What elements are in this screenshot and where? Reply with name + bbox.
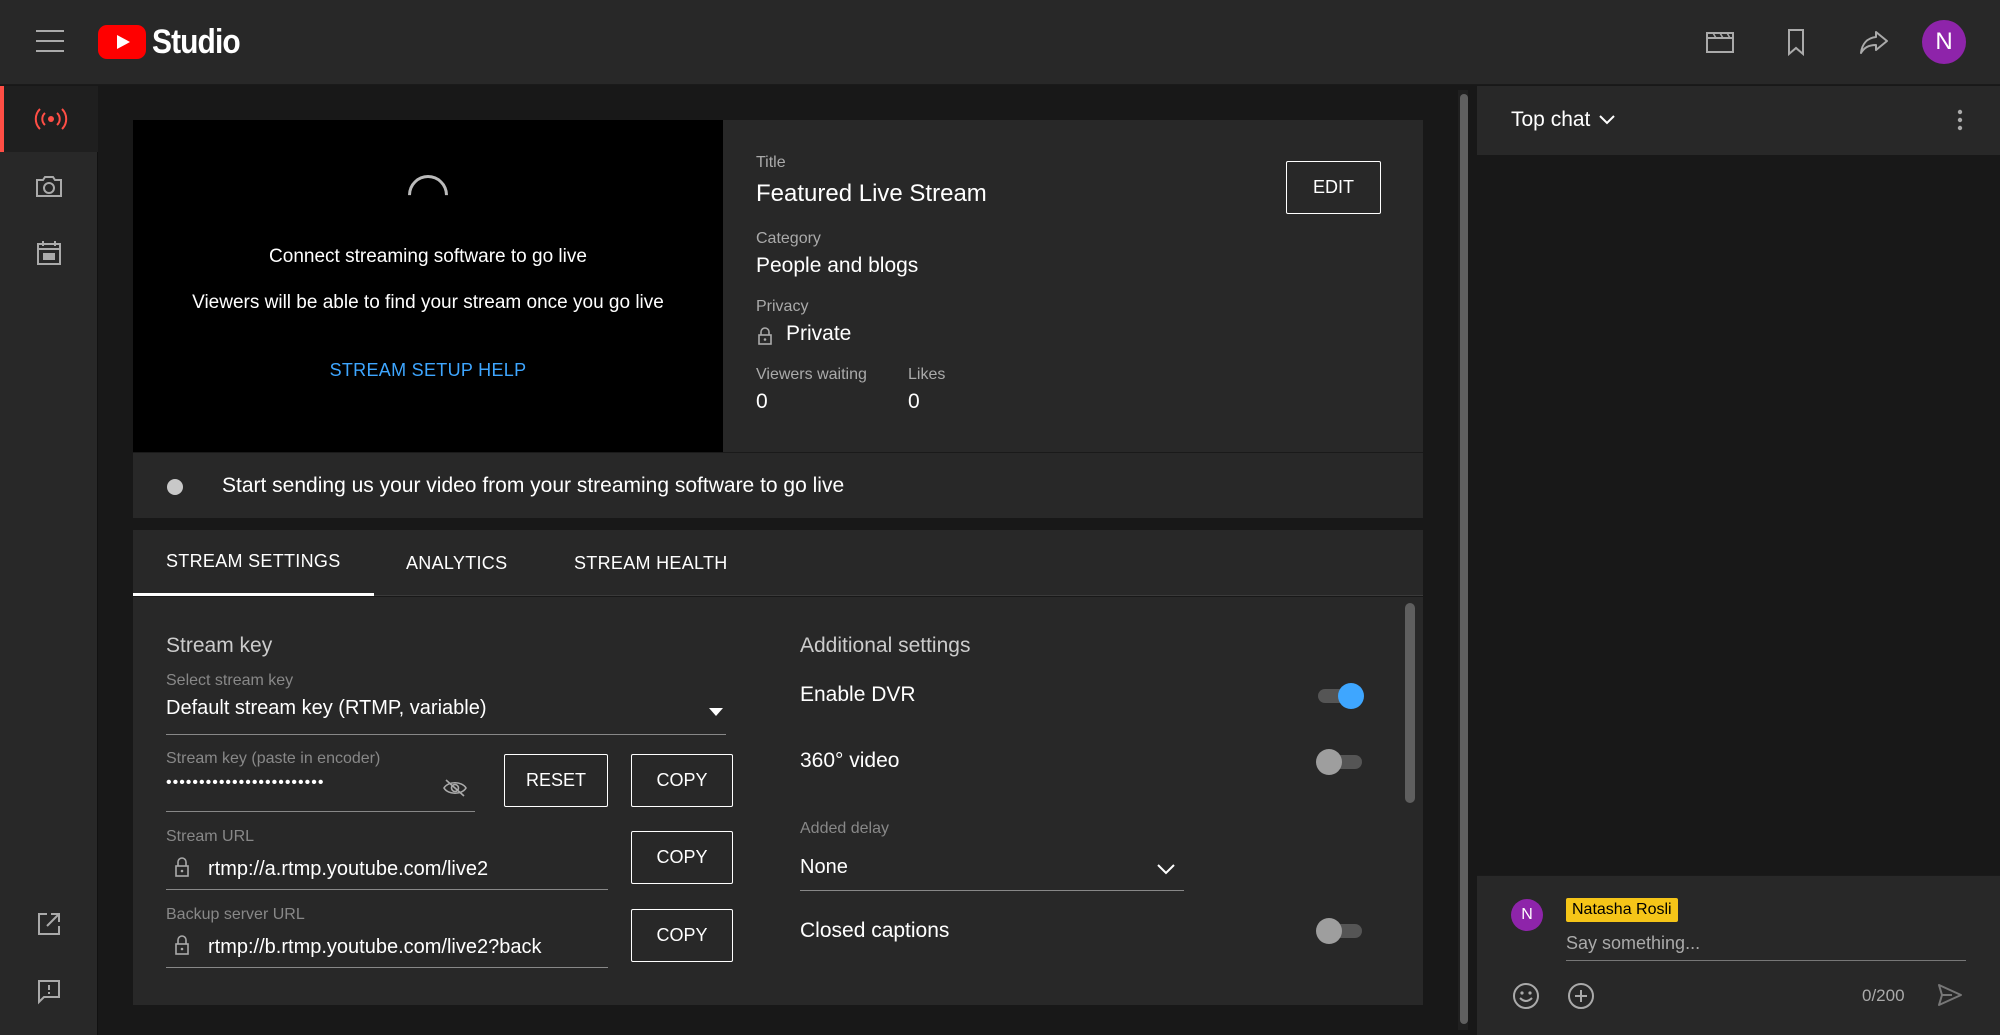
viewers-waiting-label: Viewers waiting xyxy=(756,366,867,383)
more-vert-icon[interactable] xyxy=(1957,108,1963,132)
category-label: Category xyxy=(756,230,821,247)
chat-title: Top chat xyxy=(1511,108,1591,131)
url-underline xyxy=(166,889,608,890)
delay-underline xyxy=(800,890,1184,891)
backup-underline xyxy=(166,967,608,968)
chat-input-area: N Natasha Rosli Say something... 0/200 xyxy=(1477,875,2000,1035)
privacy-value: Private xyxy=(786,322,852,345)
stream-key-select[interactable]: Default stream key (RTMP, variable) xyxy=(166,697,486,720)
enable-dvr-label: Enable DVR xyxy=(800,683,916,706)
bookmark-icon[interactable] xyxy=(1780,26,1812,58)
top-chat-dropdown[interactable]: Top chat xyxy=(1511,108,1616,132)
likes-label: Likes xyxy=(908,366,946,383)
external-link-icon xyxy=(38,913,60,935)
stream-status-bar: Start sending us your video from your st… xyxy=(133,452,1423,518)
lock-icon xyxy=(175,935,189,955)
tab-stream-health[interactable]: STREAM HEALTH xyxy=(574,530,728,596)
enable-dvr-toggle[interactable] xyxy=(1316,683,1364,709)
viewers-waiting-value: 0 xyxy=(756,390,768,413)
additional-settings-heading: Additional settings xyxy=(800,634,971,657)
category-value: People and blogs xyxy=(756,254,919,277)
video-360-toggle[interactable] xyxy=(1316,749,1364,775)
likes-value: 0 xyxy=(908,390,920,413)
chat-user-avatar: N xyxy=(1511,899,1543,931)
video-360-label: 360° video xyxy=(800,749,900,772)
copy-key-button[interactable]: COPY xyxy=(631,754,733,807)
key-underline xyxy=(166,811,475,812)
top-bar: Studio N xyxy=(0,0,2000,85)
copy-url-button[interactable]: COPY xyxy=(631,831,733,884)
status-message: Start sending us your video from your st… xyxy=(222,474,845,497)
clapperboard-icon[interactable] xyxy=(1704,26,1736,58)
select-stream-key-label: Select stream key xyxy=(166,672,294,689)
logo-text: Studio xyxy=(152,22,241,61)
main-scrollbar[interactable] xyxy=(1458,90,1468,1030)
menu-icon[interactable] xyxy=(36,30,64,52)
share-icon[interactable] xyxy=(1858,26,1890,58)
lock-icon xyxy=(758,327,772,345)
rail-item-webcam[interactable] xyxy=(0,153,98,219)
left-nav-rail xyxy=(0,86,98,1035)
settings-tabs: STREAM SETTINGS ANALYTICS STREAM HEALTH xyxy=(133,530,1423,596)
reset-button[interactable]: RESET xyxy=(504,754,608,807)
add-circle-icon[interactable] xyxy=(1566,981,1596,1011)
rail-item-open-studio[interactable] xyxy=(0,891,98,957)
youtube-logo-icon xyxy=(98,25,146,59)
backup-url-label: Backup server URL xyxy=(166,906,305,923)
chevron-down-icon[interactable] xyxy=(1156,863,1176,875)
camera-icon xyxy=(36,176,62,197)
lock-icon xyxy=(175,857,189,877)
calendar-icon xyxy=(37,241,61,265)
added-delay-select[interactable]: None xyxy=(800,856,848,879)
emoji-icon[interactable] xyxy=(1511,981,1541,1011)
stream-setup-help-link[interactable]: STREAM SETUP HELP xyxy=(133,360,723,381)
rail-item-manage[interactable] xyxy=(0,220,98,286)
stream-title: Featured Live Stream xyxy=(756,180,987,207)
tab-stream-settings[interactable]: STREAM SETTINGS xyxy=(133,530,374,596)
preview-message: Connect streaming software to go live xyxy=(269,246,587,267)
preview-submessage: Viewers will be able to find your stream… xyxy=(192,292,664,313)
privacy-label: Privacy xyxy=(756,298,809,315)
stream-key-label: Stream key (paste in encoder) xyxy=(166,750,381,767)
loading-spinner-icon xyxy=(399,166,457,224)
visibility-off-icon[interactable] xyxy=(442,778,468,798)
send-icon[interactable] xyxy=(1936,981,1964,1009)
live-broadcast-icon xyxy=(34,108,68,130)
added-delay-label: Added delay xyxy=(800,820,889,837)
tab-analytics[interactable]: ANALYTICS xyxy=(406,530,507,596)
rail-item-feedback[interactable] xyxy=(0,958,98,1024)
stream-url-field[interactable]: rtmp://a.rtmp.youtube.com/live2 xyxy=(208,858,488,881)
stream-url-label: Stream URL xyxy=(166,828,255,845)
stream-preview: Connect streaming software to go live Vi… xyxy=(133,120,723,452)
stream-key-field[interactable]: •••••••••••••••••••••••• xyxy=(166,774,324,792)
account-avatar[interactable]: N xyxy=(1922,20,1966,64)
chat-message-input[interactable]: Say something... xyxy=(1566,933,1700,954)
chat-input-underline xyxy=(1566,960,1966,961)
settings-scrollbar[interactable] xyxy=(1405,603,1415,803)
char-counter: 0/200 xyxy=(1862,986,1905,1005)
closed-captions-toggle[interactable] xyxy=(1316,918,1364,944)
chat-user-name: Natasha Rosli xyxy=(1566,898,1678,922)
feedback-icon xyxy=(38,980,60,1005)
chevron-down-icon xyxy=(1599,115,1616,125)
stream-key-heading: Stream key xyxy=(166,634,273,657)
dropdown-arrow-icon[interactable] xyxy=(709,708,723,716)
stream-settings-panel: Stream key Select stream key Default str… xyxy=(133,597,1423,1005)
youtube-studio-logo[interactable]: Studio xyxy=(98,22,252,61)
rail-item-live[interactable] xyxy=(0,86,98,152)
edit-button[interactable]: EDIT xyxy=(1286,161,1381,214)
copy-backup-url-button[interactable]: COPY xyxy=(631,909,733,962)
stream-info-panel: Title Featured Live Stream EDIT Category… xyxy=(723,120,1423,452)
closed-captions-label: Closed captions xyxy=(800,919,950,942)
select-underline xyxy=(166,734,726,735)
status-indicator-icon xyxy=(167,479,183,495)
chat-header: Top chat xyxy=(1477,86,2000,155)
title-label: Title xyxy=(756,154,786,171)
backup-url-field[interactable]: rtmp://b.rtmp.youtube.com/live2?back xyxy=(208,936,541,959)
